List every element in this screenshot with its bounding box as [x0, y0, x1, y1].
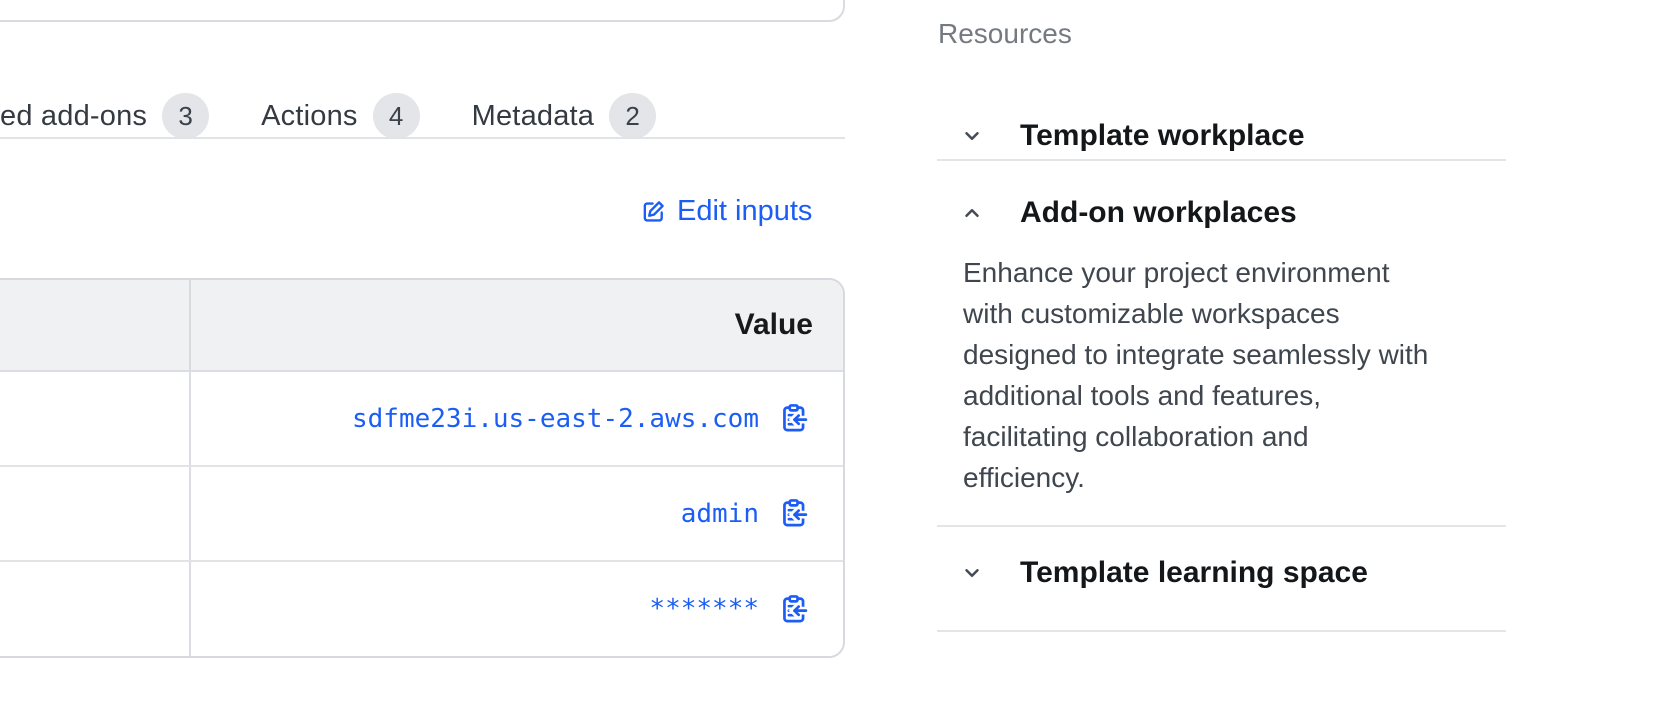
copy-to-clipboard-icon	[778, 594, 809, 625]
value-column-header: Value	[735, 308, 813, 342]
resources-panel: Resources Template workplace Add-on work…	[937, 0, 1506, 728]
top-card-bottom-edge	[0, 0, 845, 22]
page: ed add-ons 3 Actions 4 Metadata 2 Edit i…	[0, 0, 1672, 728]
tabs-divider	[0, 137, 845, 139]
tab-label: Actions	[261, 100, 358, 133]
inputs-table: Value sdfme23i.us-east-2.aws.com	[0, 278, 845, 658]
copy-to-clipboard-button[interactable]	[777, 498, 809, 530]
key-cell	[0, 372, 191, 465]
divider	[937, 159, 1506, 161]
tab-installed-add-ons[interactable]: ed add-ons 3	[0, 93, 209, 139]
divider	[937, 525, 1506, 527]
edit-inputs-button[interactable]: Edit inputs	[640, 193, 812, 229]
edit-pencil-icon	[640, 198, 667, 225]
resources-title: Resources	[938, 18, 1072, 50]
tab-label: ed add-ons	[0, 100, 147, 133]
tab-count-badge: 4	[373, 93, 420, 139]
add-on-workplaces-description: Enhance your project environment with cu…	[963, 252, 1432, 498]
divider	[937, 630, 1506, 632]
copy-to-clipboard-icon	[778, 403, 809, 434]
tab-metadata[interactable]: Metadata 2	[472, 93, 657, 139]
table-header-row: Value	[0, 280, 843, 372]
tab-label: Metadata	[472, 100, 595, 133]
chevron-down-icon	[960, 124, 984, 148]
table-row: sdfme23i.us-east-2.aws.com	[0, 372, 843, 467]
accordion-template-workplace[interactable]: Template workplace	[937, 112, 1506, 160]
table-row: admin	[0, 467, 843, 562]
copy-to-clipboard-button[interactable]	[777, 593, 809, 625]
input-value-password-masked: *******	[649, 594, 759, 624]
accordion-label: Template workplace	[1020, 119, 1305, 153]
chevron-down-icon	[960, 561, 984, 585]
edit-inputs-label: Edit inputs	[677, 195, 812, 228]
key-column-header	[0, 280, 191, 370]
accordion-label: Add-on workplaces	[1020, 196, 1297, 230]
table-row: *******	[0, 562, 843, 656]
tab-count-badge: 3	[162, 93, 209, 139]
input-value-username: admin	[681, 499, 759, 529]
tab-bar: ed add-ons 3 Actions 4 Metadata 2	[0, 92, 656, 140]
tab-actions[interactable]: Actions 4	[261, 93, 420, 139]
accordion-label: Template learning space	[1020, 556, 1368, 590]
tab-count-badge: 2	[609, 93, 656, 139]
chevron-up-icon	[960, 201, 984, 225]
copy-to-clipboard-icon	[778, 498, 809, 529]
accordion-add-on-workplaces[interactable]: Add-on workplaces	[937, 189, 1506, 237]
copy-to-clipboard-button[interactable]	[777, 403, 809, 435]
key-cell	[0, 467, 191, 560]
input-value-host: sdfme23i.us-east-2.aws.com	[352, 404, 759, 434]
accordion-template-learning-space[interactable]: Template learning space	[937, 549, 1506, 597]
key-cell	[0, 562, 191, 656]
